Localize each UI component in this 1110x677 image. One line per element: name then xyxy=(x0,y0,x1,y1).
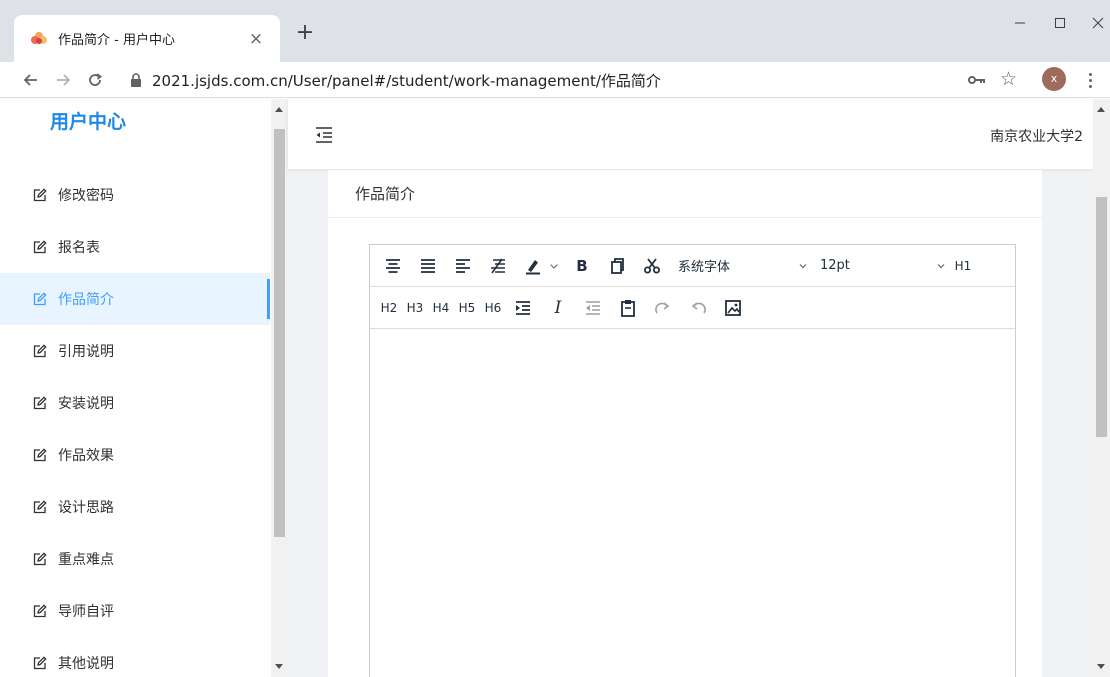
tab-close-icon[interactable]: × xyxy=(246,29,266,49)
sidebar-item[interactable]: 引用说明 xyxy=(0,325,270,377)
sidebar-item[interactable]: 安装说明 xyxy=(0,377,270,429)
card-title: 作品简介 xyxy=(328,170,1042,218)
sidebar-item-label: 安装说明 xyxy=(58,396,114,412)
font-size-value: 12pt xyxy=(820,258,850,273)
password-key-icon[interactable] xyxy=(966,70,988,90)
sidebar-item-label: 设计思路 xyxy=(58,500,114,516)
cut-icon[interactable] xyxy=(639,252,665,280)
sidebar-item[interactable]: 报名表 xyxy=(0,221,270,273)
sidebar-item-label: 报名表 xyxy=(58,240,100,256)
url-omnibox[interactable]: 2021.jsjds.com.cn/User/panel#/student/wo… xyxy=(128,66,978,94)
sunflower-icon xyxy=(30,30,48,48)
sidebar-item[interactable]: 作品效果 xyxy=(0,429,270,481)
chevron-down-icon xyxy=(936,261,946,271)
heading-5-button[interactable]: H5 xyxy=(458,294,476,322)
sidebar: 用户中心 修改密码 报名表 作品简介 引用说明 安装说明 作品效果 设计思路 重… xyxy=(0,99,288,677)
edit-icon xyxy=(32,343,48,359)
edit-icon xyxy=(32,447,48,463)
rich-text-editor: B 系统字体 12pt H1 H2 H3 H4 H5 H6 I xyxy=(369,244,1016,677)
undo-icon[interactable] xyxy=(685,294,711,322)
browser-address-bar: 2021.jsjds.com.cn/User/panel#/student/wo… xyxy=(0,62,1110,98)
strikethrough-icon[interactable] xyxy=(485,252,511,280)
edit-icon xyxy=(32,655,48,671)
sidebar-item-active[interactable]: 作品简介 xyxy=(0,273,270,325)
copy-icon[interactable] xyxy=(604,252,630,280)
align-left-icon[interactable] xyxy=(450,252,476,280)
sidebar-item-label: 重点难点 xyxy=(58,552,114,568)
sidebar-item[interactable]: 导师自评 xyxy=(0,585,270,637)
bold-button[interactable]: B xyxy=(569,252,595,280)
page-viewport: 用户中心 修改密码 报名表 作品简介 引用说明 安装说明 作品效果 设计思路 重… xyxy=(0,99,1110,677)
image-icon[interactable] xyxy=(720,294,746,322)
scroll-down-icon[interactable] xyxy=(1097,664,1105,669)
forward-arrow-icon[interactable] xyxy=(50,67,76,93)
sidebar-item[interactable]: 其他说明 xyxy=(0,637,270,677)
sidebar-item[interactable]: 修改密码 xyxy=(0,169,270,221)
paste-icon[interactable] xyxy=(615,294,641,322)
sidebar-item[interactable]: 重点难点 xyxy=(0,533,270,585)
sidebar-item[interactable]: 设计思路 xyxy=(0,481,270,533)
url-text: 2021.jsjds.com.cn/User/panel#/student/wo… xyxy=(152,71,661,90)
indent-icon[interactable] xyxy=(510,294,536,322)
edit-icon xyxy=(32,551,48,567)
user-name[interactable]: 南京农业大学2 xyxy=(990,126,1083,146)
editor-toolbar-row-1: B 系统字体 12pt H1 xyxy=(370,245,1015,287)
content-card: 作品简介 B 系统字体 12pt H1 H2 H3 H4 H5 H6 I xyxy=(328,170,1042,677)
browser-menu-icon[interactable] xyxy=(1084,69,1096,91)
chevron-down-icon xyxy=(798,261,808,271)
new-tab-button[interactable]: + xyxy=(293,21,317,45)
scroll-up-icon[interactable] xyxy=(275,107,283,112)
lock-icon xyxy=(128,72,144,88)
edit-icon xyxy=(32,187,48,203)
edit-icon xyxy=(32,499,48,515)
heading-1-button[interactable]: H1 xyxy=(954,252,972,280)
browser-tab[interactable]: 作品简介 - 用户中心 × xyxy=(14,15,280,62)
heading-3-button[interactable]: H3 xyxy=(406,294,424,322)
maximize-icon[interactable] xyxy=(1040,10,1080,36)
sidebar-item-label: 引用说明 xyxy=(58,344,114,360)
minimize-icon[interactable] xyxy=(1000,10,1040,36)
edit-icon xyxy=(32,291,48,307)
page-scrollbar[interactable] xyxy=(1093,99,1110,677)
sidebar-item-label: 修改密码 xyxy=(58,188,114,204)
sidebar-item-label: 其他说明 xyxy=(58,656,114,672)
font-family-value: 系统字体 xyxy=(678,260,731,275)
profile-avatar[interactable]: x xyxy=(1042,67,1066,91)
page-scroll-thumb[interactable] xyxy=(1096,197,1107,437)
sidebar-menu: 修改密码 报名表 作品简介 引用说明 安装说明 作品效果 设计思路 重点难点 导… xyxy=(0,169,270,677)
sidebar-scroll-thumb[interactable] xyxy=(274,129,285,537)
align-justify-icon[interactable] xyxy=(415,252,441,280)
heading-2-button[interactable]: H2 xyxy=(380,294,398,322)
tab-title: 作品简介 - 用户中心 xyxy=(58,33,175,48)
highlight-color-icon[interactable] xyxy=(520,252,546,280)
sidebar-item-label: 作品简介 xyxy=(58,292,114,308)
editor-content-area[interactable] xyxy=(370,331,1015,677)
top-header: 南京农业大学2 xyxy=(288,99,1093,169)
heading-6-button[interactable]: H6 xyxy=(484,294,502,322)
sidebar-item-label: 导师自评 xyxy=(58,604,114,620)
edit-icon xyxy=(32,239,48,255)
chevron-down-icon[interactable] xyxy=(548,252,560,280)
align-center-icon[interactable] xyxy=(380,252,406,280)
sidebar-title: 用户中心 xyxy=(50,111,127,133)
scroll-down-icon[interactable] xyxy=(275,664,283,669)
font-size-select[interactable]: 12pt xyxy=(820,252,946,280)
edit-icon xyxy=(32,395,48,411)
outdent-icon[interactable] xyxy=(580,294,606,322)
italic-button[interactable]: I xyxy=(545,294,571,322)
edit-icon xyxy=(32,603,48,619)
sidebar-item-label: 作品效果 xyxy=(58,448,114,464)
scroll-up-icon[interactable] xyxy=(1097,107,1105,112)
browser-tabstrip: 作品简介 - 用户中心 × + xyxy=(0,0,1110,62)
sidebar-fold-icon[interactable] xyxy=(314,126,334,144)
heading-4-button[interactable]: H4 xyxy=(432,294,450,322)
bookmark-star-icon[interactable]: ☆ xyxy=(1000,68,1017,90)
sidebar-scrollbar[interactable] xyxy=(271,99,288,677)
editor-toolbar-row-2: H2 H3 H4 H5 H6 I xyxy=(370,287,1015,329)
back-arrow-icon[interactable] xyxy=(18,67,44,93)
window-close-icon[interactable] xyxy=(1078,10,1110,36)
reload-icon[interactable] xyxy=(82,67,108,93)
font-family-select[interactable]: 系统字体 xyxy=(678,252,808,280)
redo-icon[interactable] xyxy=(650,294,676,322)
